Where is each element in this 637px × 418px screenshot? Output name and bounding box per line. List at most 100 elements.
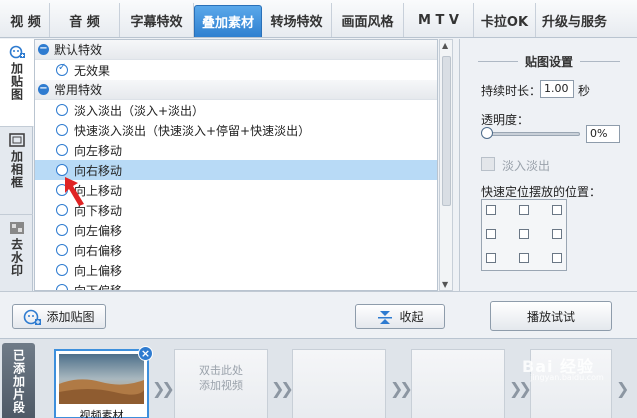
tab-video[interactable]: 视 频	[2, 3, 50, 37]
opacity-slider-track[interactable]	[485, 132, 580, 136]
timeline-label: 已添加片段	[2, 343, 35, 418]
collapse-icon[interactable]: −	[38, 44, 49, 55]
scroll-up-icon[interactable]: ▲	[442, 41, 448, 50]
group-label: 常用特效	[54, 83, 103, 97]
tab-mtv[interactable]: M T V	[404, 3, 474, 37]
side-tab-remove-watermark[interactable]: 去水印	[0, 215, 33, 291]
opacity-input[interactable]: 0%	[586, 125, 620, 143]
side-tab-label: 加相框	[9, 150, 24, 189]
position-top-center[interactable]	[519, 205, 529, 215]
position-bottom-center[interactable]	[519, 253, 529, 263]
side-tab-label: 加贴图	[9, 62, 24, 101]
chevron-right-icon: ❯❯	[271, 379, 294, 398]
tab-picture-style[interactable]: 画面风格	[332, 3, 404, 37]
top-tab-bar: 视 频 音 频 字幕特效 叠加素材 转场特效 画面风格 M T V 卡拉OK 升…	[0, 0, 637, 38]
add-sticker-label: 添加贴图	[46, 310, 95, 324]
chevron-right-icon: ❯	[616, 379, 630, 398]
collapse-button[interactable]: 收起	[355, 304, 445, 329]
effect-item[interactable]: 向下偏移	[35, 280, 437, 291]
side-tab-add-sticker[interactable]: 加贴图	[0, 39, 34, 127]
empty-clip-slot[interactable]	[292, 349, 386, 418]
radio-icon[interactable]	[56, 124, 68, 136]
collapse-label: 收起	[399, 310, 424, 324]
position-middle-left[interactable]	[486, 229, 496, 239]
radio-icon[interactable]	[56, 104, 68, 116]
effect-label: 向上偏移	[74, 263, 123, 278]
opacity-slider-knob[interactable]	[481, 127, 493, 139]
effect-label: 向左移动	[74, 143, 123, 158]
radio-icon[interactable]	[56, 284, 68, 290]
position-grid	[481, 199, 567, 271]
group-header-default[interactable]: − 默认特效	[35, 40, 437, 60]
position-middle-right[interactable]	[552, 229, 562, 239]
frame-icon	[8, 133, 25, 147]
group-label: 默认特效	[54, 43, 103, 57]
sticker-add-icon	[24, 309, 42, 325]
effect-item[interactable]: 向左偏移	[35, 220, 437, 240]
position-top-right[interactable]	[552, 205, 562, 215]
scroll-down-icon[interactable]: ▼	[442, 280, 448, 289]
effect-item[interactable]: 快速淡入淡出（快速淡入+停留+快速淡出）	[35, 120, 437, 140]
position-bottom-left[interactable]	[486, 253, 496, 263]
side-tab-label: 去水印	[9, 238, 24, 277]
position-top-left[interactable]	[486, 205, 496, 215]
sticker-add-icon	[9, 45, 25, 59]
radio-icon[interactable]	[56, 224, 68, 236]
effect-item[interactable]: 淡入淡出（淡入+淡出）	[35, 100, 437, 120]
position-center[interactable]	[519, 229, 529, 239]
collapse-arrows-icon	[378, 310, 393, 324]
radio-checked-icon[interactable]	[56, 62, 68, 76]
play-preview-button[interactable]: 播放试试	[490, 301, 612, 331]
effect-item[interactable]: 向上移动	[35, 180, 437, 200]
video-clip-thumbnail[interactable]: 视频素材	[54, 349, 149, 418]
effect-label: 向下偏移	[74, 283, 123, 291]
timeline-label-text: 已添加片段	[11, 349, 26, 414]
effect-item[interactable]: 向上偏移	[35, 260, 437, 280]
effect-list-scrollbar[interactable]: ▲ ▼	[439, 39, 453, 291]
chevron-right-icon: ❯❯	[390, 379, 413, 398]
tab-upgrade-service[interactable]: 升级与服务	[536, 3, 633, 37]
group-header-common[interactable]: − 常用特效	[35, 80, 437, 100]
effect-label: 无效果	[74, 63, 111, 78]
empty-clip-slot[interactable]	[411, 349, 505, 418]
add-video-hint-text: 双击此处 添加视频	[199, 364, 243, 392]
duration-unit: 秒	[578, 84, 591, 98]
radio-icon[interactable]	[56, 244, 68, 256]
chevron-right-icon: ❯❯	[509, 379, 532, 398]
effect-item[interactable]: 向下移动	[35, 200, 437, 220]
fade-checkbox[interactable]	[481, 157, 495, 171]
radio-icon[interactable]	[56, 144, 68, 156]
side-tab-add-frame[interactable]: 加相框	[0, 127, 33, 215]
remove-clip-close-icon[interactable]: ×	[138, 346, 153, 361]
add-sticker-button[interactable]: 添加贴图	[12, 304, 106, 329]
effect-label: 向左偏移	[74, 223, 123, 238]
chevron-right-icon: ❯❯	[152, 379, 175, 398]
tab-subtitle-effects[interactable]: 字幕特效	[120, 3, 194, 37]
collapse-icon[interactable]: −	[38, 84, 49, 95]
add-video-hint: 双击此处 添加视频	[174, 363, 268, 393]
scroll-thumb[interactable]	[442, 56, 451, 206]
watermark-subtext: jingyan.baidu.com	[530, 373, 604, 382]
tab-overlay-material[interactable]: 叠加素材	[194, 5, 262, 37]
tab-transition-effects[interactable]: 转场特效	[262, 3, 332, 37]
position-label: 快速定位摆放的位置：	[481, 185, 602, 199]
effect-item[interactable]: 向左移动	[35, 140, 437, 160]
side-tab-bar: 加贴图 加相框 去水印	[0, 39, 34, 291]
effect-item-none[interactable]: 无效果	[35, 60, 437, 80]
sticker-settings-panel: 贴图设置 持续时长： 1.00 秒 透明度： 0% 淡入淡出 快速定位摆放的位置…	[459, 39, 637, 291]
clip-timeline: 已添加片段 视频素材 × ❯❯ 双击此处 添加视频 ❯❯ ❯❯ ❯❯ ❯ Bai…	[0, 338, 637, 418]
effect-label: 向右偏移	[74, 243, 123, 258]
duration-input[interactable]: 1.00	[540, 80, 574, 98]
red-arrow-annotation-icon	[65, 177, 84, 206]
tab-karaoke[interactable]: 卡拉OK	[474, 3, 536, 37]
clip-caption: 视频素材	[79, 409, 124, 418]
radio-icon[interactable]	[56, 264, 68, 276]
tab-audio[interactable]: 音 频	[50, 3, 120, 37]
effect-label: 淡入淡出（淡入+淡出）	[74, 103, 205, 118]
action-button-row: 添加贴图 收起 播放试试	[0, 291, 637, 338]
effect-item-selected[interactable]: 向右移动	[35, 160, 437, 180]
play-preview-label: 播放试试	[526, 309, 575, 324]
clip-preview-image	[59, 354, 144, 404]
effect-item[interactable]: 向右偏移	[35, 240, 437, 260]
position-bottom-right[interactable]	[552, 253, 562, 263]
